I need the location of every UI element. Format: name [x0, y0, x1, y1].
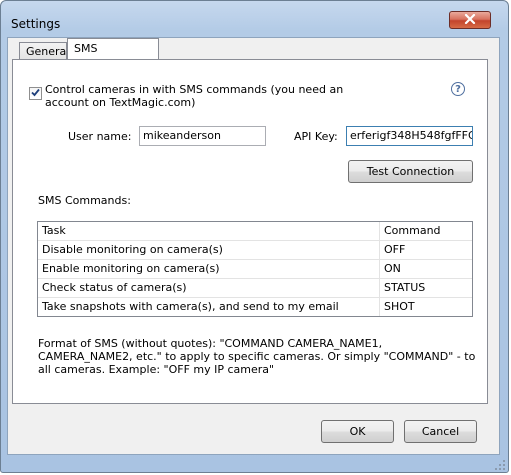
command-cell[interactable]: STATUS: [380, 279, 472, 297]
column-header-command[interactable]: Command: [380, 222, 472, 240]
table-row[interactable]: Take snapshots with camera(s), and send …: [38, 298, 472, 317]
table-row[interactable]: Check status of camera(s) STATUS: [38, 279, 472, 298]
sms-commands-label: SMS Commands:: [38, 194, 131, 207]
task-cell: Take snapshots with camera(s), and send …: [38, 298, 380, 316]
checkmark-icon: [31, 87, 40, 100]
help-icon[interactable]: ?: [451, 82, 465, 96]
resize-grip-icon[interactable]: [494, 459, 506, 471]
command-cell[interactable]: SHOT: [380, 298, 472, 316]
command-cell[interactable]: OFF: [380, 241, 472, 259]
enable-sms-checkbox[interactable]: [29, 87, 42, 100]
username-input[interactable]: mikeanderson: [139, 126, 266, 146]
task-cell: Enable monitoring on camera(s): [38, 260, 380, 278]
format-note: Format of SMS (without quotes): "COMMAND…: [38, 337, 476, 376]
table-header-row: Task Command: [38, 222, 472, 241]
ok-button[interactable]: OK: [321, 420, 394, 443]
commands-table: Task Command Disable monitoring on camer…: [37, 221, 473, 317]
test-connection-button[interactable]: Test Connection: [348, 160, 473, 183]
title-bar[interactable]: Settings: [1, 1, 508, 41]
column-header-task[interactable]: Task: [38, 222, 380, 240]
apikey-label: API Key:: [294, 130, 338, 143]
command-cell[interactable]: ON: [380, 260, 472, 278]
table-row[interactable]: Enable monitoring on camera(s) ON: [38, 260, 472, 279]
table-row[interactable]: Disable monitoring on camera(s) OFF: [38, 241, 472, 260]
task-cell: Disable monitoring on camera(s): [38, 241, 380, 259]
tab-sms-commands[interactable]: SMS Commands: [67, 38, 159, 75]
enable-sms-label: Control cameras in with SMS commands (yo…: [45, 83, 344, 109]
apikey-input[interactable]: erferigf348H548fgfFFGje: [346, 126, 473, 146]
window-title: Settings: [11, 17, 61, 31]
cancel-button[interactable]: Cancel: [404, 420, 477, 443]
username-label: User name:: [68, 130, 132, 143]
task-cell: Check status of camera(s): [38, 279, 380, 297]
close-icon: [464, 13, 476, 27]
close-button[interactable]: [449, 11, 491, 29]
